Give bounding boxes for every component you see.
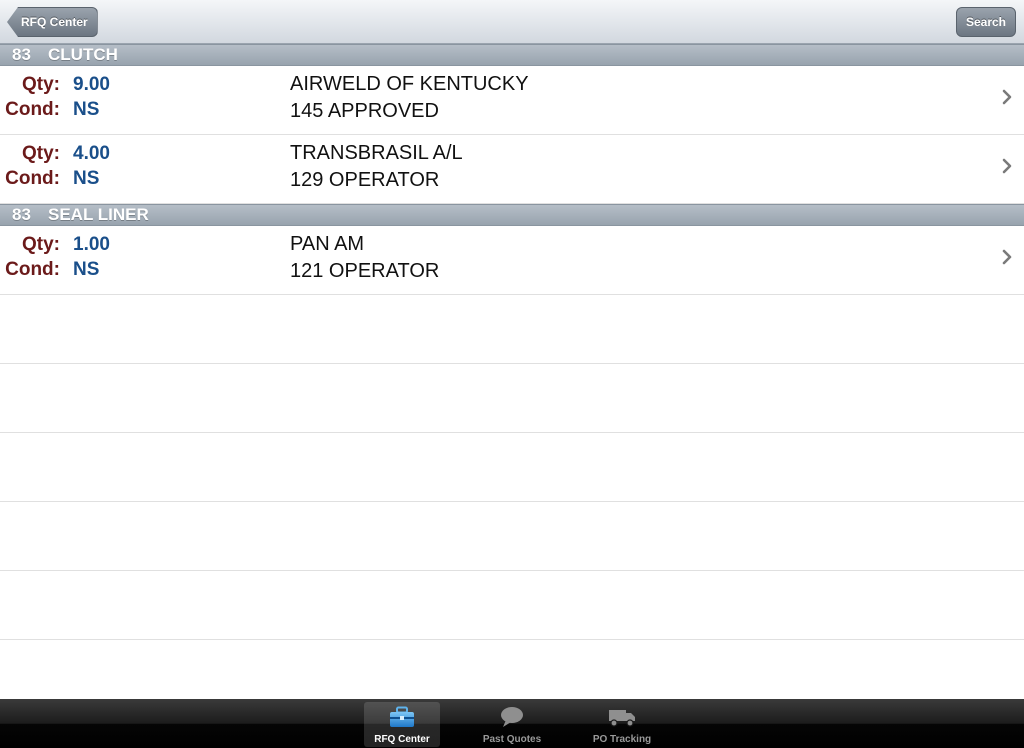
qty-value: 9.00 (73, 74, 110, 95)
company-name: TRANSBRASIL A/L (290, 142, 463, 164)
tab-label: RFQ Center (374, 734, 430, 745)
cond-value: NS (73, 99, 100, 120)
navigation-bar: RFQ Center Search (0, 0, 1024, 44)
empty-row (0, 295, 1024, 364)
back-button[interactable]: RFQ Center (7, 7, 98, 37)
cond-label: Cond: (5, 259, 60, 280)
section-header-clutch: 83 CLUTCH (0, 44, 1024, 66)
tab-po-tracking[interactable]: PO Tracking (584, 702, 660, 747)
tab-label: Past Quotes (482, 734, 542, 745)
search-button-label: Search (965, 15, 1006, 29)
qty-label: Qty: (22, 143, 60, 164)
section-header-seal-liner: 83 SEAL LINER (0, 204, 1024, 226)
certification: 145 APPROVED (290, 100, 439, 122)
empty-row (0, 571, 1024, 640)
company-name: AIRWELD OF KENTUCKY (290, 73, 529, 95)
cond-value: NS (73, 259, 100, 280)
section-number: 83 (12, 205, 31, 224)
search-button[interactable]: Search (955, 7, 1016, 37)
company-name: PAN AM (290, 233, 365, 255)
qty-label: Qty: (22, 74, 60, 95)
empty-row (0, 364, 1024, 433)
certification: 121 OPERATOR (290, 260, 440, 282)
section-title: SEAL LINER (48, 205, 149, 224)
tab-rfq-center[interactable]: RFQ Center (364, 702, 440, 747)
quote-row[interactable]: Qty: 4.00 Cond: NS TRANSBRASIL A/L 129 O… (0, 135, 1024, 204)
toolbox-icon (390, 706, 414, 727)
quote-row[interactable]: Qty: 9.00 Cond: NS AIRWELD OF KENTUCKY 1… (0, 66, 1024, 135)
tab-label: PO Tracking (592, 734, 652, 745)
section-title: CLUTCH (48, 45, 118, 64)
chevron-right-icon (1002, 249, 1012, 265)
app-root: RFQ Center Search 83 CLUTCH Qty: 9.00 Co… (0, 0, 1024, 748)
speech-bubble-icon (501, 707, 523, 727)
empty-row (0, 502, 1024, 571)
cond-label: Cond: (5, 168, 60, 189)
truck-icon (609, 710, 635, 727)
qty-value: 4.00 (73, 143, 110, 164)
back-button-label: RFQ Center (21, 15, 88, 29)
cond-value: NS (73, 168, 100, 189)
chevron-right-icon (1002, 158, 1012, 174)
tab-bar: RFQ Center Past Quotes PO Tracking (0, 699, 1024, 748)
qty-value: 1.00 (73, 234, 110, 255)
quote-row[interactable]: Qty: 1.00 Cond: NS PAN AM 121 OPERATOR (0, 226, 1024, 295)
tab-past-quotes[interactable]: Past Quotes (474, 702, 550, 747)
empty-row (0, 433, 1024, 502)
qty-label: Qty: (22, 234, 60, 255)
chevron-right-icon (1002, 89, 1012, 105)
certification: 129 OPERATOR (290, 169, 440, 191)
cond-label: Cond: (5, 99, 60, 120)
section-number: 83 (12, 45, 31, 64)
